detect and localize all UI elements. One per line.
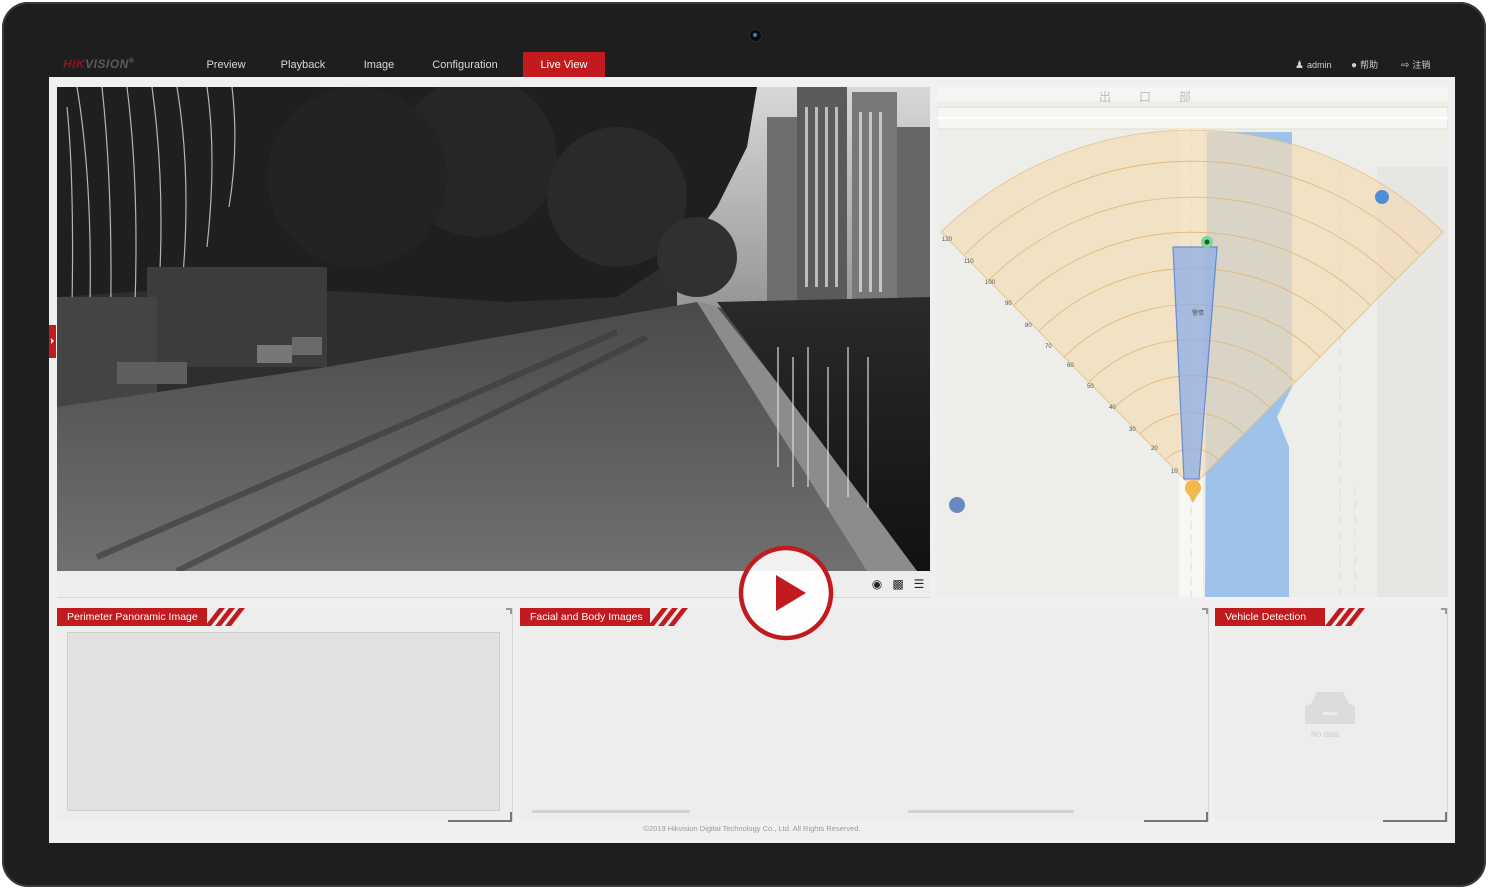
facial-body-panel: Facial and Body Images xyxy=(520,608,1209,822)
title-stripes xyxy=(648,608,688,626)
tab-image[interactable]: Image xyxy=(353,52,405,77)
road-label: 口 xyxy=(1139,90,1151,104)
range-label: 110 xyxy=(964,259,974,265)
live-video-feed[interactable] xyxy=(57,87,930,571)
scrollbar[interactable] xyxy=(532,810,690,813)
help-label: 帮助 xyxy=(1360,60,1379,70)
title-stripes xyxy=(1325,608,1365,626)
panel-corner xyxy=(448,812,512,822)
panel-corner xyxy=(1144,812,1208,822)
range-label: 40 xyxy=(1109,405,1116,411)
panel-title: Facial and Body Images xyxy=(520,608,650,626)
range-label: 70 xyxy=(1045,344,1052,350)
user-menu[interactable]: ♟ admin xyxy=(1295,52,1331,77)
play-button[interactable] xyxy=(738,545,834,641)
hikvision-logo: HIKVISION® xyxy=(63,57,135,71)
range-label: 20 xyxy=(1151,446,1158,452)
user-icon: ♟ xyxy=(1295,60,1304,71)
user-name: admin xyxy=(1306,60,1332,70)
road-label: 部 xyxy=(1179,89,1191,104)
logout-link[interactable]: ⇨ 注销 xyxy=(1401,52,1430,77)
panel-title: Vehicle Detection xyxy=(1215,608,1325,626)
panel-corner xyxy=(506,608,512,614)
range-label: 60 xyxy=(1067,363,1074,369)
range-label: 120 xyxy=(942,237,953,243)
settings-icon[interactable]: ☰ xyxy=(912,577,926,591)
tab-preview[interactable]: Preview xyxy=(197,52,255,77)
range-label: 50 xyxy=(1087,384,1094,390)
no-data-text: No data xyxy=(1311,730,1340,739)
expand-sidebar-handle[interactable] xyxy=(49,325,56,358)
range-label: 30 xyxy=(1129,427,1136,433)
panoramic-image-box[interactable] xyxy=(67,632,500,811)
tab-live-view[interactable]: Live View xyxy=(523,52,605,77)
record-icon[interactable]: ▩ xyxy=(891,577,905,591)
help-link[interactable]: ● 帮助 xyxy=(1351,52,1378,77)
range-label: 90 xyxy=(1005,301,1012,307)
title-stripes xyxy=(205,608,245,626)
vehicle-detection-panel: Vehicle Detection No data xyxy=(1215,608,1448,822)
logout-icon: ⇨ xyxy=(1401,60,1410,71)
panel-title: Perimeter Panoramic Image xyxy=(57,608,207,626)
copyright-footer: ©2019 Hikvision Digital Technology Co., … xyxy=(643,824,861,833)
top-nav-bar: HIKVISION® Preview Playback Image Config… xyxy=(49,52,1455,77)
panel-corner xyxy=(1441,608,1447,614)
logout-label: 注销 xyxy=(1412,60,1431,70)
perimeter-panel: Perimeter Panoramic Image xyxy=(57,608,513,822)
vehicle-placeholder-icon xyxy=(1305,692,1355,724)
panel-corner xyxy=(1383,812,1447,822)
range-label: 80 xyxy=(1025,323,1032,329)
range-label: 100 xyxy=(985,280,996,286)
tab-playback[interactable]: Playback xyxy=(273,52,333,77)
radar-map[interactable]: 120 110 100 90 80 70 60 50 40 30 20 10 警… xyxy=(937,87,1448,597)
scrollbar[interactable] xyxy=(908,810,1074,813)
range-label: 10 xyxy=(1171,469,1178,475)
monitor-frame: HIKVISION® Preview Playback Image Config… xyxy=(2,2,1486,887)
tab-configuration[interactable]: Configuration xyxy=(425,52,505,77)
panel-corner xyxy=(1202,608,1208,614)
app-screen: HIKVISION® Preview Playback Image Config… xyxy=(49,52,1455,843)
info-icon: ● xyxy=(1351,60,1358,71)
snapshot-icon[interactable]: ◉ xyxy=(870,577,884,591)
target-label: 警情 xyxy=(1192,309,1204,317)
road-label: 出 xyxy=(1099,90,1111,104)
webcam-icon xyxy=(750,30,761,41)
